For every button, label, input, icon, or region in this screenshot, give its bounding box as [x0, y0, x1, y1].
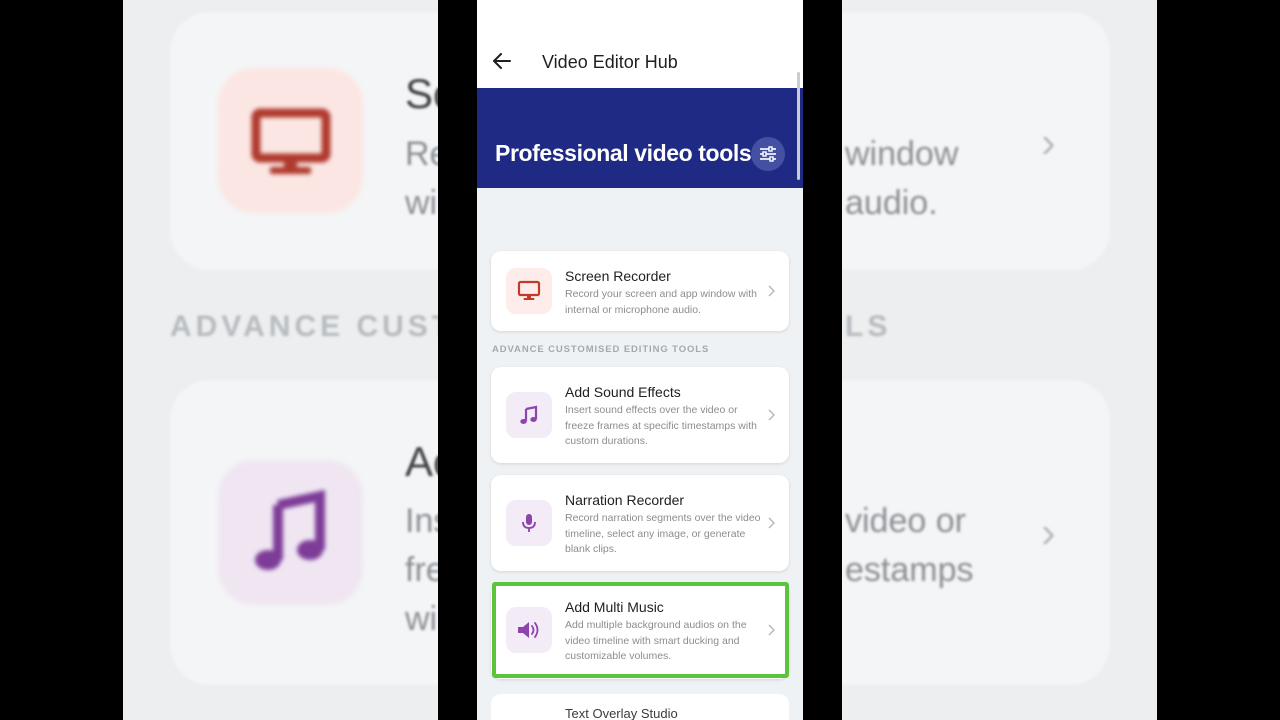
tool-title: Narration Recorder [565, 492, 685, 508]
backdrop-text-fragment: audio. [845, 184, 938, 222]
app-bar: Video Editor Hub [477, 0, 803, 88]
arrow-left-icon [493, 53, 511, 69]
tool-icon-box [506, 268, 552, 314]
tool-card-narration-recorder[interactable]: Narration Recorder Record narration segm… [491, 475, 789, 571]
chevron-right-icon [768, 517, 775, 529]
tool-description: Record narration segments over the video… [565, 512, 761, 555]
tool-card-sound-effects[interactable]: Add Sound Effects Insert sound effects o… [491, 367, 789, 463]
microphone-icon [522, 514, 536, 532]
sliders-icon [760, 146, 776, 162]
section-heading: ADVANCE CUSTOMISED EDITING TOOLS [492, 344, 710, 355]
music-note-icon [520, 405, 538, 424]
back-button[interactable] [491, 50, 513, 72]
tool-title: Add Multi Music [565, 599, 664, 615]
music-note-icon [255, 489, 325, 570]
backdrop-chevron-icon: › [1041, 508, 1056, 557]
tool-description: Record your screen and app window with i… [565, 288, 758, 316]
chevron-right-icon [768, 624, 775, 636]
tool-icon-box [506, 500, 552, 546]
tool-title: Text Overlay Studio [565, 706, 678, 720]
tool-card-screen-recorder[interactable]: Screen Recorder Record your screen and a… [491, 251, 789, 331]
tool-title: Add Sound Effects [565, 384, 681, 400]
backdrop-section-heading-fragment: ADVANCE CUST [170, 310, 455, 343]
tool-description: Add multiple background audios on the vi… [565, 619, 747, 662]
tool-icon-box [506, 392, 552, 438]
phone-screen: Video Editor Hub Professional video tool… [477, 0, 803, 720]
tool-icon-box [506, 607, 552, 653]
backdrop-chevron-icon: › [1041, 118, 1056, 167]
hero-title: Professional video tools [495, 140, 752, 166]
chevron-right-icon [768, 409, 775, 421]
backdrop-monitor-icon-box [218, 68, 363, 213]
speaker-icon [518, 622, 539, 638]
tool-title: Screen Recorder [565, 268, 671, 284]
hero-banner: Professional video tools [477, 88, 803, 188]
page-title: Video Editor Hub [542, 52, 678, 72]
scrollbar-thumb[interactable] [797, 72, 800, 180]
backdrop-section-heading-fragment: LS [845, 310, 892, 343]
tool-description: Insert sound effects over the video or f… [565, 404, 757, 447]
tool-card-text-overlay[interactable]: Text Overlay Studio [491, 694, 789, 720]
chevron-right-icon [768, 285, 775, 297]
backdrop-text-fragment: wi [405, 184, 438, 222]
backdrop-text-fragment: wi [405, 600, 438, 638]
backdrop-text-fragment: estamps [845, 551, 974, 589]
backdrop-text-fragment: video or [845, 502, 966, 540]
backdrop-music-icon-box [218, 460, 363, 605]
filter-button[interactable] [751, 137, 785, 171]
monitor-icon [517, 280, 541, 300]
monitor-icon [251, 108, 331, 174]
tool-card-multi-music[interactable]: Add Multi Music Add multiple background … [491, 583, 789, 679]
backdrop-text-fragment: window [845, 135, 959, 173]
